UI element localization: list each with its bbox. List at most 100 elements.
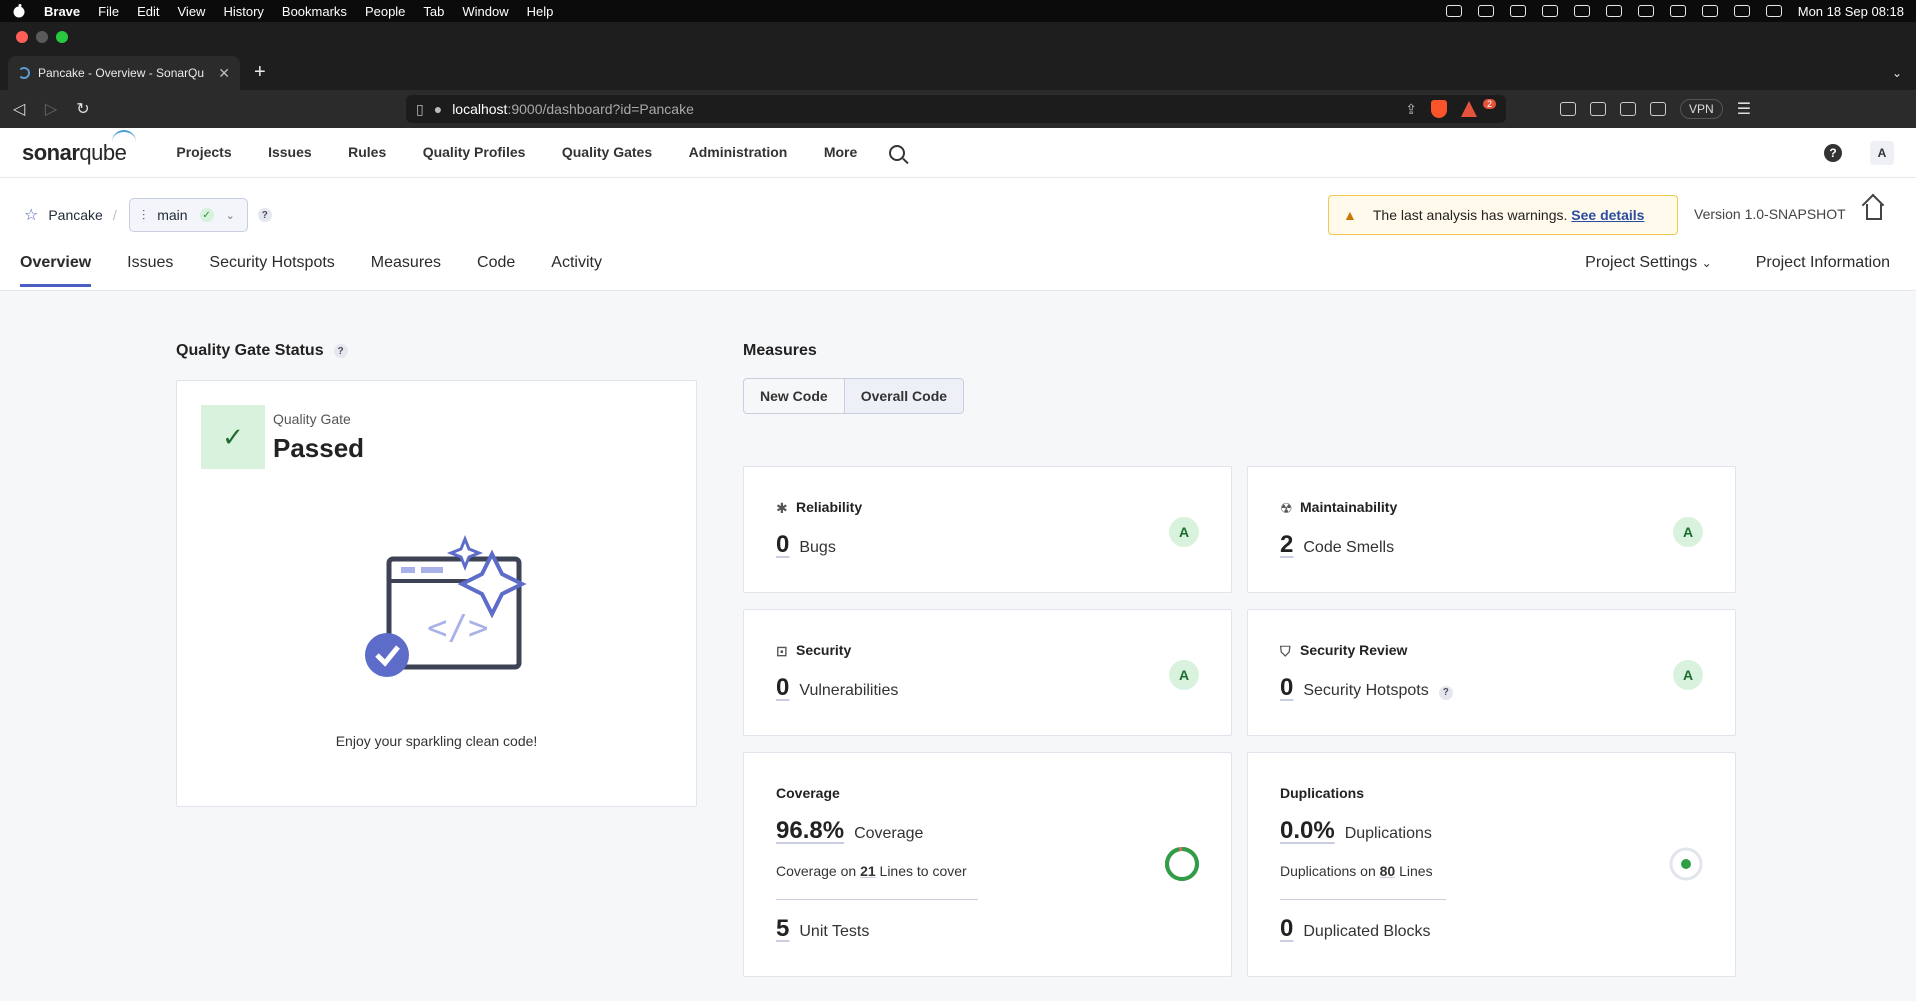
security-hotspots-help-icon[interactable]: ? [1438,685,1453,700]
tab-search-chevron-icon[interactable]: ⌄ [1892,66,1902,80]
overall-code-button[interactable]: Overall Code [843,379,964,413]
duplicated-blocks-count[interactable]: 0 [1280,915,1293,943]
address-bar[interactable]: ▯ ● localhost:9000/dashboard?id=Pancake … [406,95,1506,123]
branch-help-icon[interactable]: ? [257,208,272,222]
tab-activity[interactable]: Activity [551,254,602,287]
coverage-donut-chart[interactable] [1163,845,1201,883]
share-icon[interactable]: ⇪ [1405,101,1417,118]
coverage-percent[interactable]: 96.8% [776,817,844,845]
brave-shields-icon[interactable] [1430,100,1447,118]
tab-overview[interactable]: Overview [20,254,92,287]
translate-extension-icon[interactable] [1560,102,1576,116]
security-review-rating-badge[interactable]: A [1673,660,1703,690]
chevron-down-icon: ⌄ [225,209,235,222]
menu-history[interactable]: History [223,4,263,19]
home-icon[interactable] [1866,204,1882,220]
branch-selector[interactable]: ⫶ main ✓ ⌄ [128,198,248,232]
tab-code[interactable]: Code [477,254,515,287]
nav-projects[interactable]: Projects [176,144,231,160]
nav-quality-gates[interactable]: Quality Gates [562,144,652,160]
duplication-lines-count[interactable]: 80 [1380,863,1396,879]
menu-tab[interactable]: Tab [423,4,444,19]
security-hotspots-count[interactable]: 0 [1280,674,1293,702]
menu-window[interactable]: Window [462,4,508,19]
siri-icon[interactable] [1765,5,1782,17]
favorite-star-icon[interactable]: ☆ [24,205,38,225]
security-rating-badge[interactable]: A [1169,660,1199,690]
new-tab-button[interactable]: + [254,61,266,84]
nav-more[interactable]: More [824,144,857,160]
spotlight-icon[interactable] [1701,5,1718,17]
tab-security-hotspots[interactable]: Security Hotspots [209,254,334,287]
brave-rewards-icon[interactable] [1460,101,1477,117]
apple-icon[interactable] [12,4,26,18]
headphones-icon[interactable] [1637,5,1654,17]
extensions-icon[interactable] [1590,102,1606,116]
menu-bookmarks[interactable]: Bookmarks [282,4,347,19]
sonarqube-logo[interactable]: sonar qube [22,129,137,166]
close-tab-icon[interactable]: ✕ [218,65,230,82]
menubar-clock[interactable]: Mon 18 Sep 08:18 [1798,4,1904,19]
vulnerabilities-count[interactable]: 0 [776,674,789,702]
see-details-link[interactable]: See details [1571,207,1644,223]
reload-icon[interactable]: ↻ [74,99,92,119]
minimize-window-button[interactable] [36,31,48,43]
close-window-button[interactable] [16,31,28,43]
bugs-count[interactable]: 0 [776,531,789,559]
project-tabs-right: Project Settings ⌄ Project Information [1585,254,1890,272]
maintainability-rating-badge[interactable]: A [1673,517,1703,547]
vpn-button[interactable]: VPN [1680,99,1723,119]
security-hotspots-label: Security Hotspots [1303,682,1429,699]
duplications-percent[interactable]: 0.0% [1280,817,1335,845]
duplications-indicator-icon[interactable] [1667,845,1705,883]
avatar[interactable]: A [1870,140,1894,165]
quality-gate-title: Quality Gate Status ? [176,342,348,360]
wallet-icon[interactable] [1650,102,1666,116]
window-titlebar [0,22,1916,52]
status-icon[interactable] [1477,5,1494,17]
menu-hamburger-icon[interactable]: ☰ [1737,99,1751,119]
lines-to-cover-count[interactable]: 21 [860,863,876,879]
forward-icon[interactable]: ▷ [42,99,60,119]
zoom-window-button[interactable] [56,31,68,43]
menu-help[interactable]: Help [527,4,554,19]
bookmark-icon[interactable]: ▯ [416,101,424,118]
tab-issues[interactable]: Issues [127,254,173,287]
nav-quality-profiles[interactable]: Quality Profiles [423,144,526,160]
nav-issues[interactable]: Issues [268,144,312,160]
unit-tests-count[interactable]: 5 [776,915,789,943]
shield-icon: ⛉ [1280,643,1291,659]
tab-measures[interactable]: Measures [371,254,441,287]
nav-rules[interactable]: Rules [348,144,386,160]
menu-file[interactable]: File [98,4,119,19]
project-name-link[interactable]: Pancake [48,207,102,223]
reliability-title: Reliability [796,499,863,515]
play-icon[interactable] [1509,5,1526,17]
search-icon[interactable] [889,144,906,161]
menu-edit[interactable]: Edit [137,4,159,19]
quality-gate-help-icon[interactable]: ? [333,344,348,358]
battery-icon[interactable] [1605,5,1622,17]
nav-administration[interactable]: Administration [689,144,788,160]
menu-people[interactable]: People [365,4,405,19]
help-icon[interactable]: ? [1824,143,1842,162]
site-info-icon[interactable]: ● [434,101,442,117]
control-center-icon[interactable] [1733,5,1750,17]
code-smells-count[interactable]: 2 [1280,531,1293,559]
keyboard-icon[interactable] [1573,5,1590,17]
wifi-icon[interactable] [1669,5,1686,17]
project-settings-menu[interactable]: Project Settings ⌄ [1585,254,1712,272]
status-icon[interactable] [1445,5,1462,17]
new-code-button[interactable]: New Code [744,379,844,413]
menu-view[interactable]: View [178,4,206,19]
back-icon[interactable]: ◁ [10,99,28,119]
branch-name: main [157,207,188,223]
status-icon[interactable] [1541,5,1558,17]
menu-app-name[interactable]: Brave [44,4,80,19]
bug-icon: ✱ [776,500,788,516]
sidebar-icon[interactable] [1620,102,1636,116]
reliability-rating-badge[interactable]: A [1169,517,1199,547]
project-information-link[interactable]: Project Information [1756,254,1890,272]
browser-tab[interactable]: Pancake - Overview - SonarQu ✕ [8,56,240,90]
svg-text:</>: </> [427,608,488,648]
